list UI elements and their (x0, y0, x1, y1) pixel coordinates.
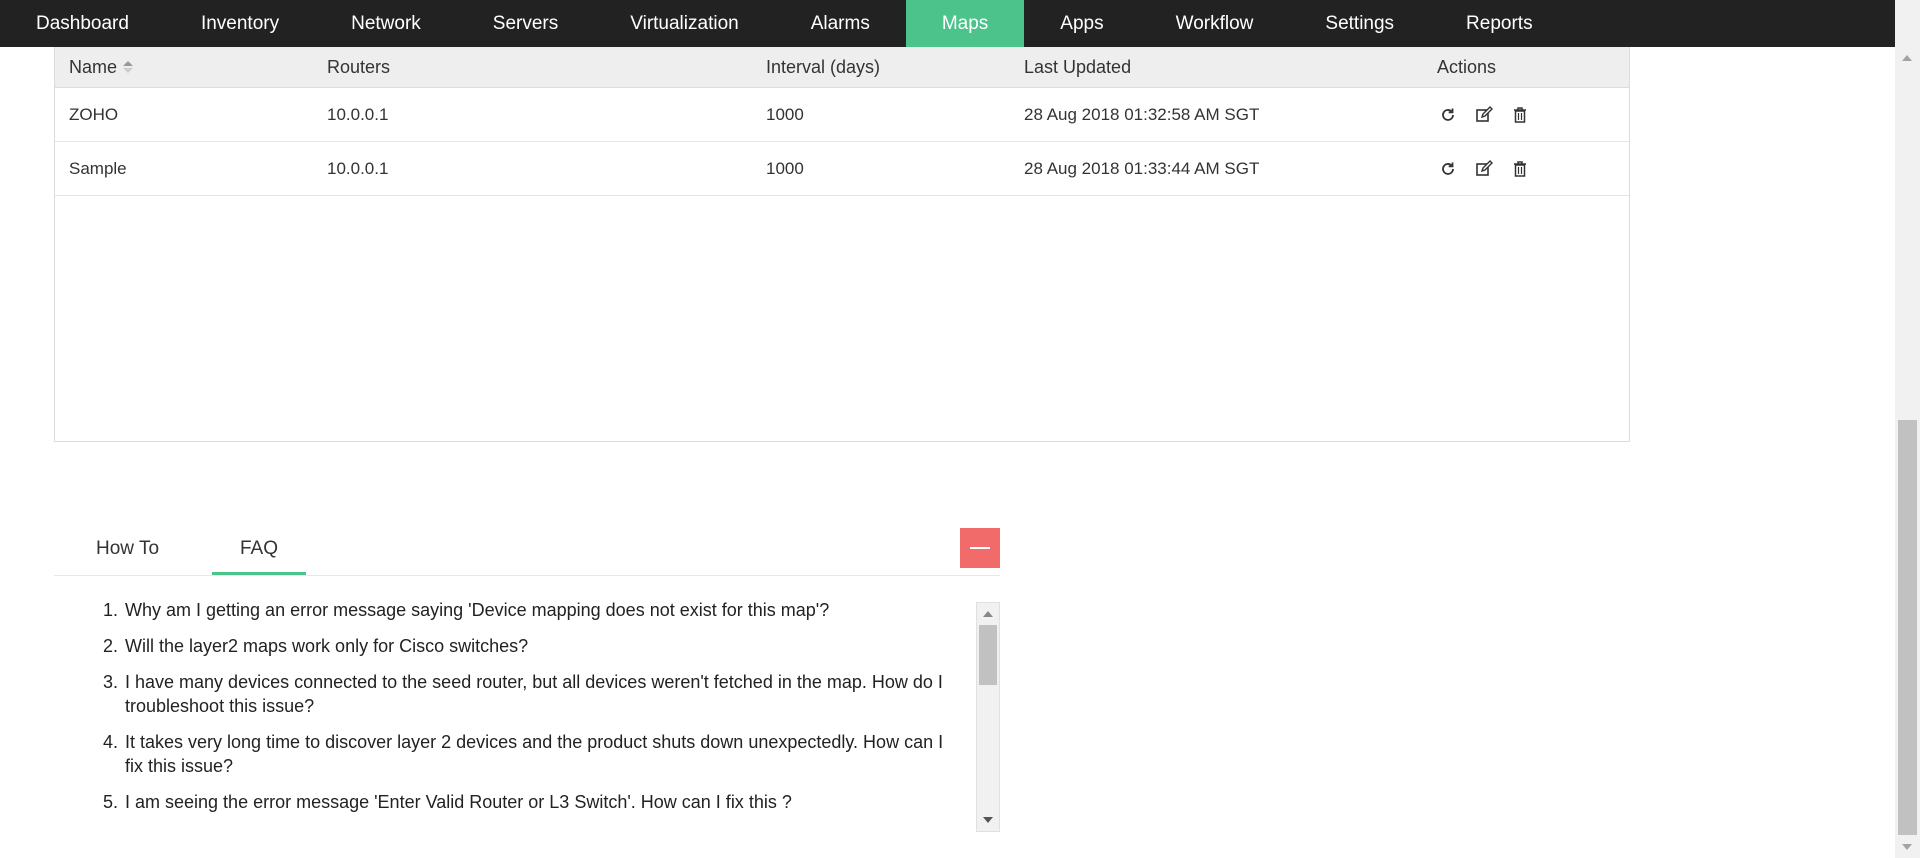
column-header-interval: Interval (days) (766, 56, 881, 77)
edit-icon[interactable] (1473, 158, 1495, 180)
row-actions (1437, 88, 1531, 141)
faq-panel: Why am I getting an error message saying… (54, 596, 975, 833)
nav-item-apps[interactable]: Apps (1024, 0, 1139, 47)
collapse-help-button[interactable] (960, 528, 1000, 568)
column-header-name-label: Name (69, 56, 118, 77)
column-header-name[interactable]: Name (69, 47, 134, 87)
nav-item-network[interactable]: Network (315, 0, 457, 47)
nav-item-alarms[interactable]: Alarms (775, 0, 906, 47)
page-scrollbar[interactable] (1895, 0, 1920, 858)
edit-icon[interactable] (1473, 104, 1495, 126)
maps-table: Name Routers Interval (days) Last Update… (54, 47, 1630, 442)
faq-list: Why am I getting an error message saying… (54, 596, 944, 814)
scroll-up-arrow-icon[interactable] (1902, 55, 1912, 61)
scrollbar-thumb[interactable] (979, 625, 997, 685)
delete-icon[interactable] (1509, 104, 1531, 126)
refresh-icon[interactable] (1437, 104, 1459, 126)
table-header: Name Routers Interval (days) Last Update… (55, 47, 1629, 88)
sort-icon[interactable] (123, 60, 134, 74)
refresh-icon[interactable] (1437, 158, 1459, 180)
nav-item-dashboard[interactable]: Dashboard (0, 0, 165, 47)
cell-routers: 10.0.0.1 (327, 158, 389, 178)
nav-item-workflow[interactable]: Workflow (1140, 0, 1290, 47)
nav-item-virtualization[interactable]: Virtualization (594, 0, 774, 47)
nav-item-servers[interactable]: Servers (457, 0, 594, 47)
cell-interval: 1000 (766, 104, 804, 124)
faq-item[interactable]: Will the layer2 maps work only for Cisco… (123, 634, 944, 658)
faq-item[interactable]: Why am I getting an error message saying… (123, 598, 944, 622)
column-header-actions: Actions (1437, 56, 1497, 77)
delete-icon[interactable] (1509, 158, 1531, 180)
scroll-down-arrow-icon[interactable] (983, 817, 993, 823)
faq-item[interactable]: I am seeing the error message 'Enter Val… (123, 790, 944, 814)
nav-item-reports[interactable]: Reports (1430, 0, 1569, 47)
help-tabs: How To FAQ (54, 525, 1000, 576)
faq-item[interactable]: It takes very long time to discover laye… (123, 730, 944, 778)
column-header-routers: Routers (327, 56, 391, 77)
cell-name: Sample (69, 158, 127, 178)
tab-faq[interactable]: FAQ (212, 525, 307, 575)
nav-item-maps[interactable]: Maps (905, 0, 1025, 47)
faq-item[interactable]: I have many devices connected to the see… (123, 670, 944, 718)
nav-item-inventory[interactable]: Inventory (165, 0, 315, 47)
minus-icon (970, 547, 990, 549)
table-row: ZOHO 10.0.0.1 1000 28 Aug 2018 01:32:58 … (55, 88, 1629, 142)
cell-last-updated: 28 Aug 2018 01:32:58 AM SGT (1024, 104, 1260, 124)
nav-item-settings[interactable]: Settings (1289, 0, 1430, 47)
top-navigation: Dashboard Inventory Network Servers Virt… (0, 0, 1895, 47)
cell-interval: 1000 (766, 158, 804, 178)
row-actions (1437, 142, 1531, 195)
scroll-up-arrow-icon[interactable] (983, 611, 993, 617)
faq-scrollbar[interactable] (976, 602, 1000, 832)
scroll-down-arrow-icon[interactable] (1902, 844, 1912, 850)
tab-how-to[interactable]: How To (96, 525, 159, 572)
cell-name: ZOHO (69, 104, 119, 124)
scrollbar-thumb[interactable] (1898, 420, 1917, 835)
cell-last-updated: 28 Aug 2018 01:33:44 AM SGT (1024, 158, 1260, 178)
table-row: Sample 10.0.0.1 1000 28 Aug 2018 01:33:4… (55, 142, 1629, 196)
cell-routers: 10.0.0.1 (327, 104, 389, 124)
column-header-last-updated: Last Updated (1024, 56, 1132, 77)
